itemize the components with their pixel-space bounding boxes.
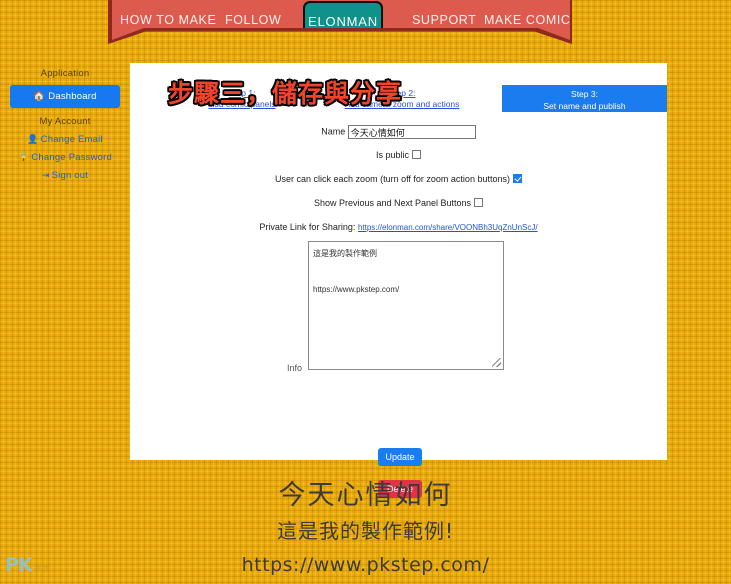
top-navbar: HOW TO MAKE FOLLOW ELONMAN SUPPORT MAKE … bbox=[0, 0, 731, 46]
user-icon: 👤 bbox=[27, 134, 39, 144]
caption-url: https://www.pkstep.com/ bbox=[241, 554, 490, 576]
show-prev-next-label: Show Previous and Next Panel Buttons bbox=[313, 198, 472, 208]
form-row-private-link: Private Link for Sharing: https://elonma… bbox=[130, 222, 667, 232]
step-3-line-1: Step 3: bbox=[571, 89, 598, 99]
user-click-zoom-checkbox[interactable] bbox=[512, 174, 522, 183]
nav-brand-elonman[interactable]: ELONMAN bbox=[303, 1, 383, 40]
sidebar-item-sign-out[interactable]: ⇥ Sign out bbox=[0, 170, 130, 181]
sidebar-item-label-dashboard: Dashboard bbox=[48, 91, 97, 102]
caption-subtitle: 這是我的製作範例! bbox=[276, 519, 455, 543]
watermark: PK 步步 bbox=[5, 554, 52, 576]
comic-footer-caption: 今天心情如何 這是我的製作範例! https://www.pkstep.com/ bbox=[0, 478, 731, 580]
nav-link-follow[interactable]: FOLLOW bbox=[225, 13, 281, 27]
nav-link-how-to-make[interactable]: HOW TO MAKE bbox=[120, 13, 216, 27]
show-prev-next-checkbox[interactable] bbox=[474, 198, 484, 207]
sidebar-item-change-password[interactable]: 🔒 Change Password bbox=[0, 152, 130, 163]
lock-icon: 🔒 bbox=[17, 152, 30, 162]
form-row-name: Name bbox=[130, 125, 667, 139]
form-row-user-click-zoom: User can click each zoom (turn off for z… bbox=[130, 174, 667, 184]
is-public-checkbox[interactable] bbox=[412, 150, 422, 159]
home-icon: 🏠 bbox=[33, 91, 46, 102]
annotation-overlay-title: 步驟三，儲存與分享 bbox=[167, 78, 403, 109]
step-link-3-active[interactable]: Step 3: Set name and publish bbox=[502, 85, 667, 112]
sidebar-item-change-email[interactable]: 👤 Change Email bbox=[0, 134, 130, 145]
main-content-panel: Step 1: Add comic panels Step 2: Add cam… bbox=[130, 63, 667, 498]
watermark-pk-logo: PK bbox=[5, 554, 33, 576]
info-label: Info bbox=[287, 363, 303, 373]
caption-title: 今天心情如何 bbox=[278, 480, 453, 511]
is-public-label: Is public bbox=[375, 150, 410, 160]
navbar-ribbon: HOW TO MAKE FOLLOW ELONMAN SUPPORT MAKE … bbox=[112, 0, 570, 40]
sidebar-item-label-change-email: Change Email bbox=[40, 134, 103, 145]
sidebar: Application 🏠 Dashboard My Account 👤 Chan… bbox=[0, 60, 130, 188]
update-button[interactable]: Update bbox=[378, 448, 422, 466]
sign-out-icon: ⇥ bbox=[41, 170, 50, 180]
private-link-label: Private Link for Sharing: bbox=[259, 222, 356, 232]
nav-link-make-comic[interactable]: MAKE COMIC bbox=[484, 13, 570, 27]
info-textarea[interactable] bbox=[308, 241, 504, 370]
sidebar-heading-my-account: My Account bbox=[39, 116, 91, 127]
name-input[interactable] bbox=[347, 125, 476, 139]
sidebar-item-dashboard[interactable]: 🏠 Dashboard bbox=[10, 85, 120, 108]
nav-link-support[interactable]: SUPPORT bbox=[412, 13, 476, 27]
sidebar-item-label-sign-out: Sign out bbox=[51, 170, 89, 181]
sidebar-item-label-change-password: Change Password bbox=[31, 152, 113, 163]
user-click-zoom-label: User can click each zoom (turn off for z… bbox=[275, 174, 510, 184]
sidebar-heading-application: Application bbox=[40, 68, 90, 79]
form-row-is-public: Is public bbox=[130, 150, 667, 160]
name-label: Name bbox=[321, 126, 346, 137]
private-share-link[interactable]: https://elonman.com/share/VOONBh3UqZnUnS… bbox=[358, 223, 538, 232]
form-row-show-prev-next: Show Previous and Next Panel Buttons bbox=[130, 198, 667, 208]
watermark-subtext: 步步 bbox=[33, 564, 52, 573]
step-3-line-2: Set name and publish bbox=[543, 101, 626, 111]
